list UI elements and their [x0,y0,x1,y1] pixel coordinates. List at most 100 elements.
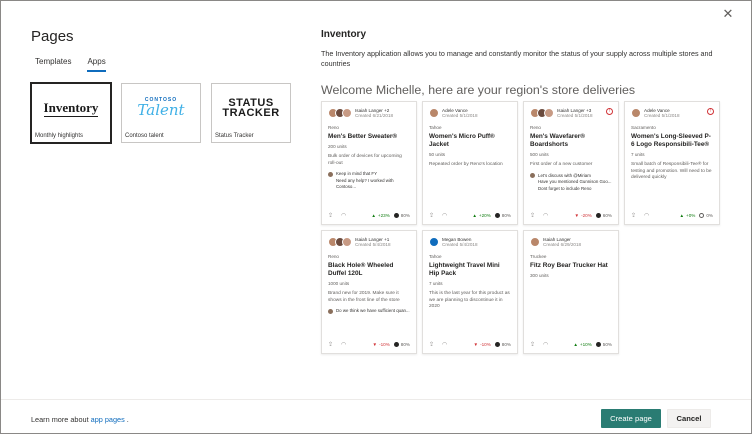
card-units: 7 units [631,152,645,157]
share-icon[interactable]: ⇪ [429,341,434,348]
card-description: Small batch of Responsibili-Tee® for tes… [631,162,712,180]
card-header: Isaiah Langer +2 Created 6/21/2018 [328,107,410,119]
card-header: Megan Bowen Created 5/4/2018 [429,236,511,248]
tab-apps[interactable]: Apps [87,57,106,72]
tile-caption: Monthly highlights [35,133,84,139]
avatar [328,308,333,314]
tile-contoso-talent[interactable]: CONTOSO Talent Contoso talent [121,83,201,143]
wifi-icon: ◠ [442,342,448,348]
delivery-card[interactable]: Adele Vance Created 5/1/2018 Tahoe Women's … [422,101,518,225]
share-icon[interactable]: ⇪ [530,341,535,348]
card-location: Reno [328,125,339,130]
share-icon[interactable]: ⇪ [328,212,333,219]
tabs: Templates Apps [35,57,106,72]
trend-value: -10% [480,342,491,347]
comment: Need any help? I worked with Contoso... [336,177,394,190]
trend-arrow-icon: ▲ [573,342,578,347]
card-units: 200 units [328,144,347,149]
fill-value: 80% [501,213,511,218]
card-location: Reno [328,254,339,259]
card-units: 300 units [530,273,549,278]
card-header: Adele Vance Created 5/1/2018 [429,107,511,119]
card-units: 50 units [429,152,446,157]
card-location: Sacramento [631,125,656,130]
card-footer: ⇪ ◠ ▼ -10% 80% [328,341,410,348]
app-detail: Inventory The Inventory application allo… [321,29,731,69]
fill-value: 0% [706,213,713,218]
cancel-button[interactable]: Cancel [667,409,711,428]
card-description: Brand new for 2019. Make sure it shows i… [328,291,400,303]
fill-pie-icon [393,342,399,347]
tile-caption: Contoso talent [125,133,164,139]
wifi-icon: ◠ [644,213,650,219]
trend-arrow-icon: ▲ [472,213,477,218]
delivery-card[interactable]: Isaiah Langer +3 Created 5/1/2018! Reno Men… [523,101,619,225]
fill-pie-icon [494,342,500,347]
delivery-card[interactable]: Megan Bowen Created 5/4/2018 Tahoe Lightwei… [422,230,518,354]
app-pages-link[interactable]: app pages [91,415,125,424]
card-units: 7 units [429,281,443,286]
create-page-button[interactable]: Create page [601,409,661,428]
card-footer: ⇪ ◠ ▲ +10% 50% [530,341,612,348]
fill-pie-icon [595,342,601,347]
card-product-name: Men's Wavefarer® Boardshorts [530,133,586,148]
trend-arrow-icon: ▼ [473,342,479,347]
pages-title: Pages [31,28,74,45]
trend-arrow-icon: ▲ [679,213,685,218]
fill-value: 50% [602,342,612,347]
card-header: Isaiah Langer Created 6/29/2018 [530,236,612,248]
avatars [631,108,641,118]
card-author: Isaiah Langer Created 6/29/2018 [543,236,582,248]
trend-value: +20% [478,213,491,218]
trend-arrow-icon: ▼ [574,213,580,218]
avatars [328,237,352,247]
share-icon[interactable]: ⇪ [328,341,333,348]
fill-value: 80% [400,213,410,218]
tile-inventory[interactable]: Inventory Monthly highlights [31,83,111,143]
alert-icon: ! [606,108,613,115]
share-icon[interactable]: ⇪ [631,212,636,219]
app-tiles: Inventory Monthly highlights CONTOSO Tal… [31,83,291,143]
avatar [429,237,439,247]
avatars [429,108,439,118]
card-product-name: Women's Long-Sleeved P-6 Logo Responsibi… [631,133,711,148]
avatar [328,171,333,177]
delivery-card[interactable]: Adele Vance Created 5/1/2018! Sacramento Wo… [624,101,720,225]
delivery-card[interactable]: Isaiah Langer +2 Created 6/21/2018 Reno Men… [321,101,417,225]
delivery-card[interactable]: Isaiah Langer Created 6/29/2018 Truckee Fit… [523,230,619,354]
avatar [429,108,439,118]
welcome-heading: Welcome Michelle, here are your region's… [321,83,636,97]
comments: Do we think we have sufficient quan... [328,308,410,315]
tile-caption: Status Tracker [215,133,254,139]
tile-status-tracker[interactable]: STATUS TRACKER Status Tracker [211,83,291,143]
card-author: Adele Vance Created 5/1/2018 [442,107,478,119]
card-location: Tahoe [429,125,442,130]
trend-value: -20% [581,213,592,218]
share-icon[interactable]: ⇪ [429,212,434,219]
fill-pie-icon [595,213,601,218]
delivery-card[interactable]: Isaiah Langer +1 Created 5/4/2018 Reno Blac… [321,230,417,354]
card-author: Adele Vance Created 5/1/2018 [644,107,680,119]
fill-value: 80% [501,342,511,347]
comments: Let's discuss with @Miriam Have you menti… [530,173,612,193]
card-product-name: Fitz Roy Bear Trucker Hat [530,262,608,269]
share-icon[interactable]: ⇪ [530,212,535,219]
wifi-icon: ◠ [341,342,347,348]
status-tracker-logo: STATUS TRACKER [222,97,280,119]
card-author: Megan Bowen Created 5/4/2018 [442,236,478,248]
alert-icon: ! [707,108,714,115]
card-units: 1000 units [328,281,350,286]
wifi-icon: ◠ [543,213,549,219]
wifi-icon: ◠ [341,213,347,219]
contoso-talent-logo: CONTOSO Talent [137,97,185,119]
card-location: Reno [530,125,541,130]
tab-templates[interactable]: Templates [35,57,71,72]
trend-value: -10% [379,342,390,347]
avatars [530,108,554,118]
close-icon[interactable]: ✕ [721,7,735,21]
card-header: Adele Vance Created 5/1/2018 [631,107,713,119]
trend-value: +0% [686,213,696,218]
card-units: 500 units [530,152,549,157]
fill-pie-icon [699,213,705,218]
app-title: Inventory [321,29,367,40]
